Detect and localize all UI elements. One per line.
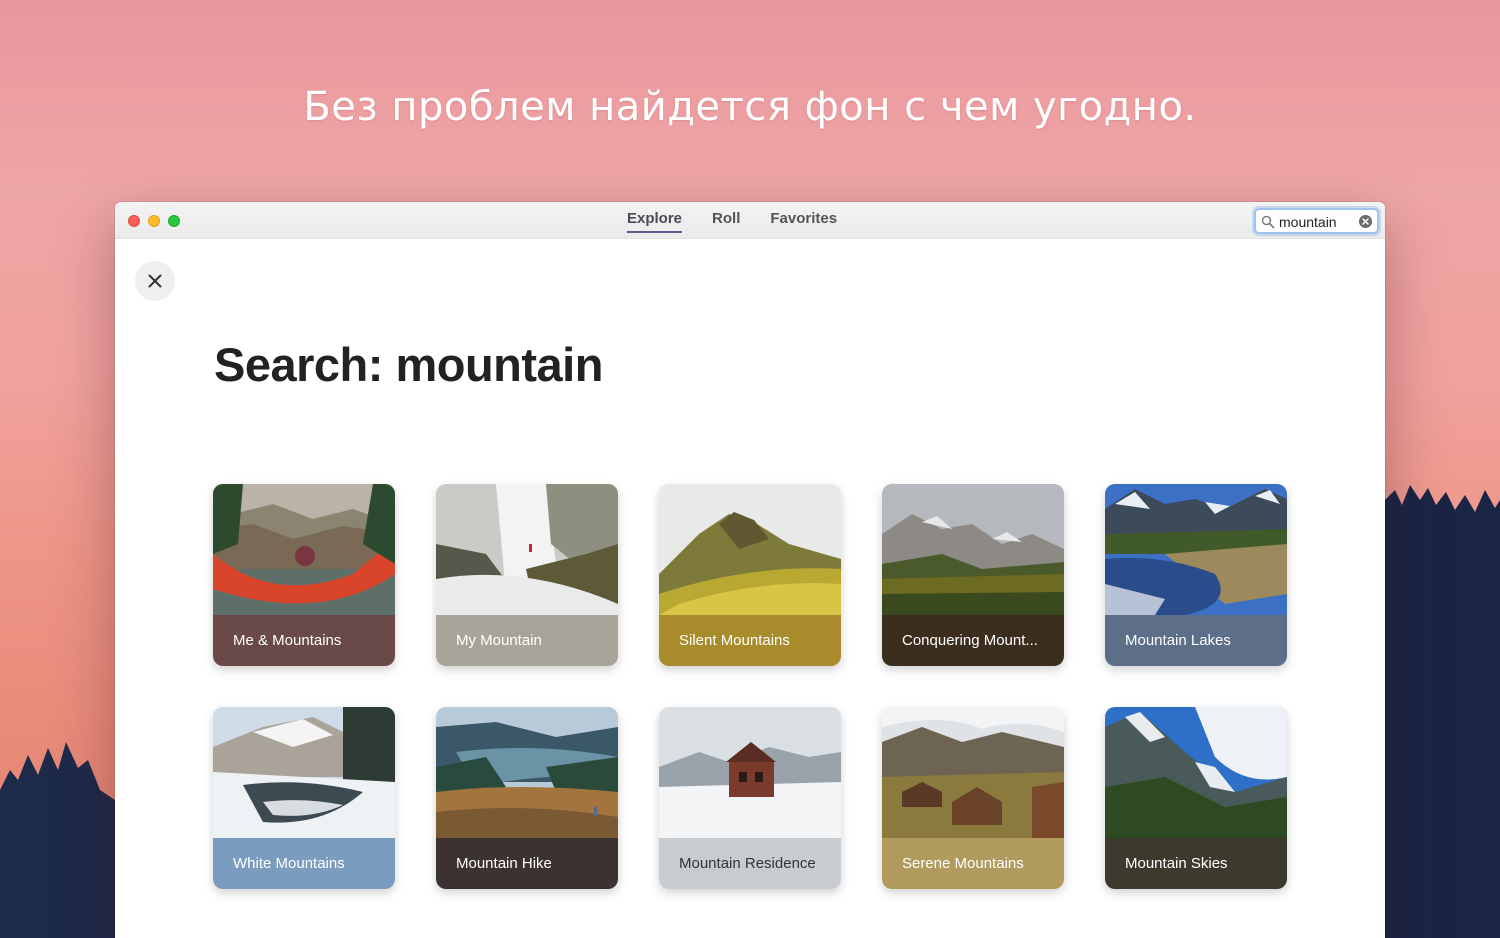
result-thumbnail — [213, 707, 395, 838]
search-field[interactable] — [1254, 208, 1379, 234]
result-card[interactable]: White Mountains — [213, 707, 395, 889]
result-thumbnail — [659, 707, 841, 838]
result-label: Mountain Skies — [1105, 838, 1287, 889]
result-card[interactable]: Me & Mountains — [213, 484, 395, 666]
result-card[interactable]: Serene Mountains — [882, 707, 1064, 889]
result-thumbnail — [659, 484, 841, 615]
results-grid: Me & Mountains My Mountain Silent Mounta… — [213, 484, 1293, 894]
main-tabs: Explore Roll Favorites — [627, 202, 867, 239]
result-label: Conquering Mount... — [882, 615, 1064, 666]
close-icon — [148, 274, 162, 288]
result-thumbnail — [1105, 484, 1287, 615]
result-label: White Mountains — [213, 838, 395, 889]
result-label: Mountain Hike — [436, 838, 618, 889]
tab-favorites[interactable]: Favorites — [770, 202, 837, 239]
result-thumbnail — [882, 707, 1064, 838]
result-thumbnail — [1105, 707, 1287, 838]
result-label: Me & Mountains — [213, 615, 395, 666]
result-card[interactable]: Mountain Lakes — [1105, 484, 1287, 666]
app-window: Explore Roll Favorites Search: mountain — [115, 202, 1385, 938]
window-zoom-button[interactable] — [168, 215, 180, 227]
window-minimize-button[interactable] — [148, 215, 160, 227]
title-bar: Explore Roll Favorites — [115, 202, 1385, 239]
tab-explore[interactable]: Explore — [627, 202, 683, 239]
result-label: Silent Mountains — [659, 615, 841, 666]
result-card[interactable]: Mountain Skies — [1105, 707, 1287, 889]
result-thumbnail — [436, 484, 618, 615]
result-label: Mountain Lakes — [1105, 615, 1287, 666]
tab-roll[interactable]: Roll — [712, 202, 740, 239]
result-thumbnail — [882, 484, 1064, 615]
result-thumbnail — [436, 707, 618, 838]
page-title: Search: mountain — [214, 338, 603, 391]
result-card[interactable]: Silent Mountains — [659, 484, 841, 666]
result-thumbnail — [213, 484, 395, 615]
result-card[interactable]: My Mountain — [436, 484, 618, 666]
result-card[interactable]: Conquering Mount... — [882, 484, 1064, 666]
result-label: My Mountain — [436, 615, 618, 666]
window-close-button[interactable] — [128, 215, 140, 227]
promo-headline: Без проблем найдется фон с чем угодно. — [303, 84, 1197, 130]
result-label: Mountain Residence — [659, 838, 841, 889]
result-label: Serene Mountains — [882, 838, 1064, 889]
close-search-button[interactable] — [135, 261, 175, 301]
clear-icon[interactable] — [1359, 215, 1372, 228]
search-input[interactable] — [1279, 213, 1361, 230]
result-card[interactable]: Mountain Hike — [436, 707, 618, 889]
search-icon — [1261, 215, 1275, 229]
result-card[interactable]: Mountain Residence — [659, 707, 841, 889]
